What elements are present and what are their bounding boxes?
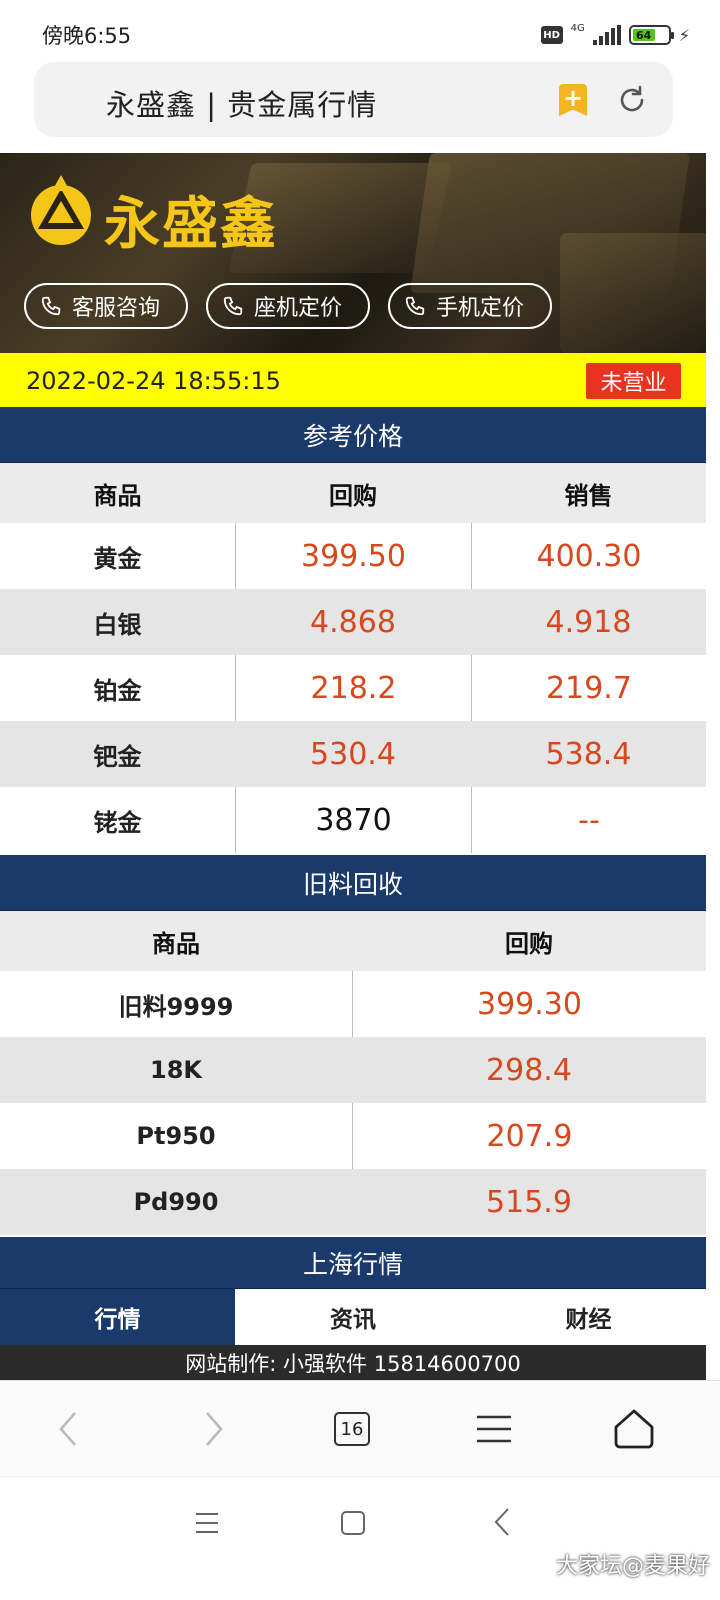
- reference-prices-table-header: 商品 回购 销售: [0, 463, 706, 523]
- product-name: 铂金: [93, 676, 142, 705]
- table-row: 黄金 399.50 400.30: [0, 523, 706, 589]
- battery-level: 64: [632, 29, 655, 42]
- table-row: 18K 298.4: [0, 1037, 706, 1103]
- logo-icon: [31, 175, 91, 245]
- browser-toolbar: 16: [0, 1380, 720, 1476]
- forward-button[interactable]: [190, 1405, 238, 1453]
- customer-service-button[interactable]: 客服咨询: [24, 283, 188, 329]
- home-button[interactable]: [610, 1405, 658, 1453]
- status-bar: 傍晚6:55 HD 4G 64 ⚡: [0, 0, 720, 64]
- menu-icon: [477, 1415, 511, 1443]
- status-time: 傍晚6:55: [42, 24, 132, 48]
- refresh-icon[interactable]: [616, 84, 648, 116]
- tab-count: 16: [334, 1412, 370, 1446]
- recent-apps-icon[interactable]: [194, 1511, 220, 1535]
- product-name: 钯金: [93, 742, 142, 771]
- product-name: 黄金: [93, 544, 142, 573]
- column-header-product: 商品: [93, 481, 142, 510]
- mobile-price-label: 手机定价: [436, 296, 525, 321]
- reference-prices-header: 参考价格: [0, 407, 706, 463]
- recycle-header: 旧料回收: [0, 855, 706, 911]
- buyback-price: 4.868: [310, 604, 396, 640]
- sell-price: --: [471, 787, 706, 853]
- tabs-button[interactable]: 16: [328, 1405, 376, 1453]
- tab-market[interactable]: 行情: [0, 1289, 235, 1345]
- buyback-price: 207.9: [352, 1103, 706, 1169]
- back-button[interactable]: [44, 1405, 92, 1453]
- product-name: Pt950: [136, 1122, 216, 1150]
- product-name: 旧料9999: [118, 992, 234, 1021]
- product-name: Pd990: [133, 1188, 219, 1216]
- table-row: Pt950 207.9: [0, 1103, 706, 1169]
- buyback-price: 530.4: [310, 736, 396, 772]
- signal-icon: [592, 25, 621, 45]
- chevron-right-icon: [206, 1412, 223, 1446]
- site-footer: 网站制作: 小强软件 15814600700: [0, 1345, 706, 1380]
- buyback-price: 218.2: [235, 655, 471, 721]
- table-row: 铑金 3870 --: [0, 787, 706, 853]
- landline-price-button[interactable]: 座机定价: [206, 283, 370, 329]
- charging-icon: ⚡: [678, 25, 690, 45]
- date-bar: 2022-02-24 18:55:15 未营业: [0, 353, 706, 407]
- home-square-icon[interactable]: [340, 1510, 366, 1536]
- buyback-price: 399.30: [352, 971, 706, 1037]
- buyback-price: 399.50: [235, 523, 471, 589]
- shanghai-market-header: 上海行情: [0, 1237, 706, 1289]
- column-header-product: 商品: [152, 929, 200, 958]
- recycle-table-header: 商品 回购: [0, 911, 706, 971]
- table-row: 旧料9999 399.30: [0, 971, 706, 1037]
- watermark: 大家坛@麦果好: [555, 1554, 710, 1579]
- table-row: 铂金 218.2 219.7: [0, 655, 706, 721]
- brand-logo: 永盛鑫: [104, 192, 278, 257]
- page-title: 永盛鑫 | 贵金属行情: [106, 88, 378, 122]
- market-tabs: 行情 资讯 财经: [0, 1289, 706, 1345]
- table-row: 钯金 530.4 538.4: [0, 721, 706, 787]
- table-row: Pd990 515.9: [0, 1169, 706, 1235]
- status-badge: 未营业: [586, 363, 681, 399]
- address-bar[interactable]: 永盛鑫 | 贵金属行情 +: [34, 62, 673, 137]
- gold-bar-graphic: [560, 233, 706, 353]
- status-icons: HD 4G 64 ⚡: [540, 20, 690, 50]
- menu-button[interactable]: [470, 1405, 518, 1453]
- mobile-price-button[interactable]: 手机定价: [388, 283, 552, 329]
- table-row: 白银 4.868 4.918: [0, 589, 706, 655]
- phone-icon: [405, 296, 425, 316]
- battery-icon: 64: [628, 25, 674, 45]
- sell-price: 400.30: [471, 523, 706, 589]
- system-nav-bar: 大家坛@麦果好: [0, 1476, 720, 1600]
- network-type-label: 4G: [570, 23, 585, 34]
- sell-price: 4.918: [545, 604, 632, 640]
- phone-icon: [223, 296, 243, 316]
- buyback-price: 515.9: [486, 1184, 572, 1220]
- product-name: 白银: [93, 610, 142, 639]
- chevron-left-icon: [59, 1412, 76, 1446]
- customer-service-label: 客服咨询: [72, 296, 161, 321]
- product-name: 铑金: [93, 808, 142, 837]
- back-arrow-icon[interactable]: [492, 1507, 512, 1537]
- home-icon: [614, 1409, 654, 1449]
- landline-price-label: 座机定价: [254, 296, 343, 321]
- sell-price: 219.7: [471, 655, 706, 721]
- buyback-price: 298.4: [486, 1052, 572, 1088]
- phone-icon: [41, 296, 61, 316]
- current-datetime: 2022-02-24 18:55:15: [26, 367, 281, 395]
- column-header-sell: 销售: [564, 481, 613, 510]
- hd-icon: HD: [540, 26, 563, 44]
- product-name: 18K: [150, 1056, 202, 1084]
- column-header-buyback: 回购: [505, 929, 553, 958]
- buyback-price: 3870: [235, 787, 471, 853]
- sell-price: 538.4: [545, 736, 632, 772]
- tab-news[interactable]: 资讯: [235, 1289, 471, 1345]
- column-header-buyback: 回购: [329, 481, 377, 510]
- hero-banner: 永盛鑫 客服咨询 座机定价 手机定价: [0, 153, 706, 353]
- tab-finance[interactable]: 财经: [471, 1289, 706, 1345]
- add-bookmark-icon[interactable]: +: [559, 84, 587, 116]
